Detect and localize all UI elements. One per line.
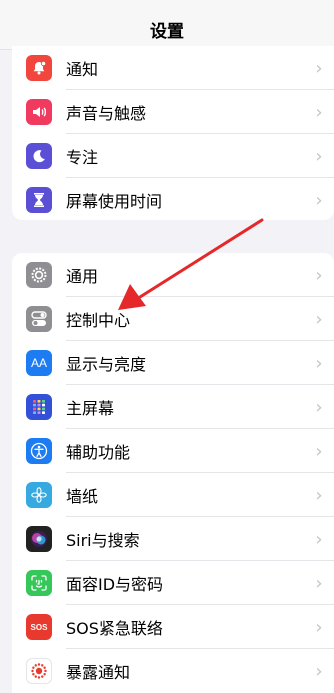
settings-row-label: 面容ID与密码 — [66, 575, 164, 594]
settings-row-control-center[interactable]: 控制中心 › — [12, 297, 334, 341]
toggles-icon — [26, 306, 52, 332]
chevron-right-icon: › — [315, 145, 323, 167]
siri-icon — [26, 526, 52, 552]
settings-row-label: 专注 — [66, 148, 99, 167]
accessibility-icon — [26, 438, 52, 464]
settings-row-label: 墙纸 — [66, 487, 99, 506]
chevron-right-icon: › — [315, 57, 323, 79]
chevron-right-icon: › — [315, 396, 323, 418]
settings-row-face-id[interactable]: 面容ID与密码 › — [12, 561, 334, 605]
settings-group-general: 通用 › 控制中心 › AA 显示与亮度 › 主屏幕 › 辅助功能 › 墙纸 ›… — [12, 253, 334, 693]
settings-row-label: 暴露通知 — [66, 663, 131, 682]
settings-row-screen-time[interactable]: 屏幕使用时间 › — [12, 178, 334, 220]
settings-row-sounds[interactable]: 声音与触感 › — [12, 90, 334, 134]
chevron-right-icon: › — [315, 484, 323, 506]
settings-row-focus[interactable]: 专注 › — [12, 134, 334, 178]
settings-row-label: 声音与触感 — [66, 104, 147, 123]
sos-icon: SOS — [26, 614, 52, 640]
settings-row-label: 控制中心 — [66, 311, 131, 330]
settings-row-label: SOS紧急联络 — [66, 619, 163, 638]
settings-row-notifications[interactable]: 通知 › — [12, 46, 334, 90]
navigation-bar: 设置 — [0, 0, 334, 50]
face-id-icon — [26, 570, 52, 596]
settings-row-label: 辅助功能 — [66, 443, 131, 462]
chevron-right-icon: › — [315, 572, 323, 594]
chevron-right-icon: › — [315, 352, 323, 374]
settings-row-accessibility[interactable]: 辅助功能 › — [12, 429, 334, 473]
hourglass-icon — [26, 187, 52, 213]
settings-row-label: 通用 — [66, 267, 99, 286]
chevron-right-icon: › — [315, 101, 323, 123]
settings-row-wallpaper[interactable]: 墙纸 › — [12, 473, 334, 517]
settings-row-label: Siri与搜索 — [66, 531, 140, 550]
chevron-right-icon: › — [315, 440, 323, 462]
chevron-right-icon: › — [315, 616, 323, 638]
flower-icon — [26, 482, 52, 508]
gear-icon — [26, 262, 52, 288]
speaker-icon — [26, 99, 52, 125]
text-size-icon: AA — [26, 350, 52, 376]
home-grid-icon — [26, 394, 52, 420]
settings-row-label: 主屏幕 — [66, 399, 115, 418]
sos-glyph: SOS — [30, 622, 48, 632]
settings-row-general[interactable]: 通用 › — [12, 253, 334, 297]
settings-row-siri[interactable]: Siri与搜索 › — [12, 517, 334, 561]
text-size-glyph: AA — [30, 356, 47, 370]
chevron-right-icon: › — [315, 308, 323, 330]
settings-row-exposure-notifications[interactable]: 暴露通知 › — [12, 649, 334, 693]
chevron-right-icon: › — [315, 189, 323, 211]
settings-row-label: 屏幕使用时间 — [66, 192, 163, 211]
chevron-right-icon: › — [315, 528, 323, 550]
settings-row-home-screen[interactable]: 主屏幕 › — [12, 385, 334, 429]
bell-icon — [26, 55, 52, 81]
settings-group-attention: 通知 › 声音与触感 › 专注 › 屏幕使用时间 › — [12, 46, 334, 220]
settings-row-emergency-sos[interactable]: SOS SOS紧急联络 › — [12, 605, 334, 649]
moon-icon — [26, 143, 52, 169]
page-title: 设置 — [150, 22, 184, 42]
settings-row-label: 通知 — [66, 60, 99, 79]
exposure-icon — [26, 658, 52, 684]
chevron-right-icon: › — [315, 660, 323, 682]
chevron-right-icon: › — [315, 264, 323, 286]
settings-row-label: 显示与亮度 — [66, 355, 147, 374]
settings-row-display[interactable]: AA 显示与亮度 › — [12, 341, 334, 385]
